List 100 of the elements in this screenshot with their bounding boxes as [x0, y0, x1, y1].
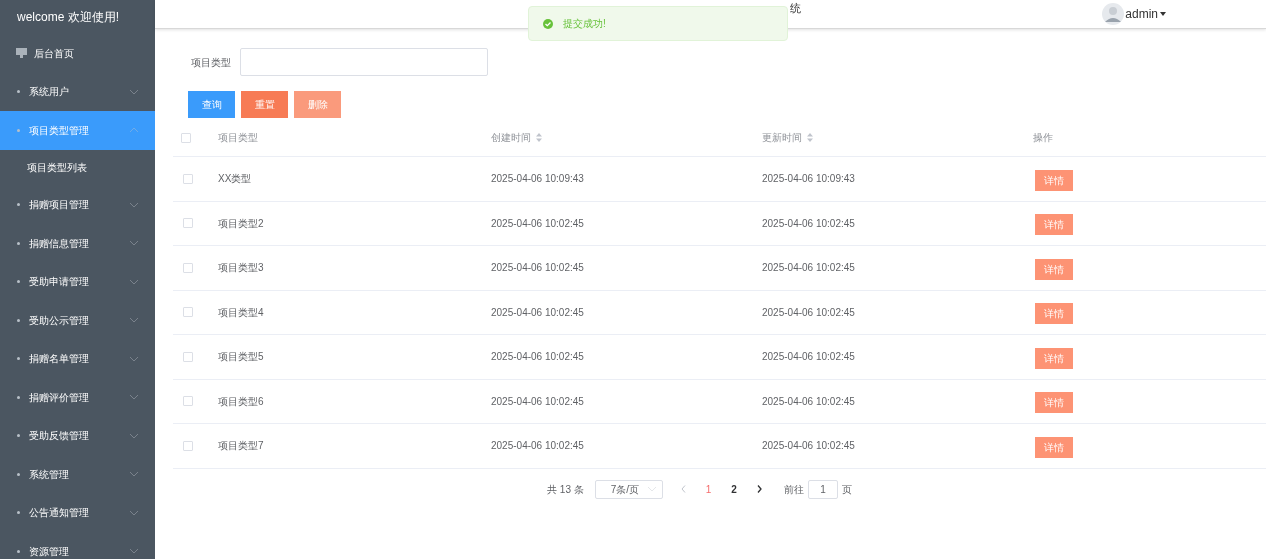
sidebar-item[interactable]: 受助反馈管理	[0, 416, 155, 455]
bullet-icon	[17, 549, 20, 553]
table-cell-text: 2025-04-06 10:02:45	[762, 261, 856, 276]
chevron-icon	[646, 486, 657, 492]
chevron-icon	[129, 317, 139, 324]
checkbox[interactable]	[183, 396, 193, 407]
bullet-icon	[17, 434, 20, 438]
table-cell-text: 项目类型6	[218, 394, 265, 409]
sidebar-item[interactable]: 捐赠项目管理	[0, 185, 155, 224]
table-cell-text: 2025-04-06 10:02:45	[762, 305, 856, 320]
table-cell-text: 项目类型7	[218, 439, 265, 454]
submenu-item[interactable]: 项目类型列表	[0, 149, 155, 186]
page-number[interactable]: 2	[731, 481, 737, 497]
prev-page-icon[interactable]	[680, 485, 686, 493]
table-cell-text: 2025-04-06 10:09:43	[762, 172, 856, 187]
user-name[interactable]: admin	[1125, 5, 1158, 23]
sidebar-item-label: 资源管理	[29, 544, 70, 559]
success-icon	[543, 18, 553, 29]
bullet-icon	[17, 128, 20, 132]
sidebar-item-label: 系统管理	[29, 467, 70, 482]
chevron-icon	[129, 394, 139, 401]
table-cell-text: 项目类型5	[218, 350, 265, 365]
avatar-icon[interactable]	[1102, 3, 1125, 25]
bullet-icon	[17, 90, 20, 94]
column-header: 创建时间	[491, 131, 531, 145]
table-cell-text: 2025-04-06 10:02:45	[762, 216, 856, 231]
chevron-icon	[129, 88, 139, 95]
column-header: 操作	[1033, 131, 1053, 145]
sidebar-item-label: 受助公示管理	[29, 313, 90, 328]
sidebar-item-label: 系统用户	[29, 85, 70, 100]
sidebar-item[interactable]: 捐赠评价管理	[0, 378, 155, 417]
checkbox[interactable]	[183, 351, 193, 362]
chevron-icon	[129, 509, 139, 516]
bullet-icon	[17, 472, 20, 476]
sidebar-item[interactable]: 后台首页	[0, 34, 155, 73]
sidebar-item-label: 受助申请管理	[29, 275, 90, 290]
sidebar-item[interactable]: 受助申请管理	[0, 262, 155, 301]
column-header: 更新时间	[762, 131, 802, 145]
chevron-icon	[129, 240, 139, 247]
sidebar-item[interactable]: 捐赠名单管理	[0, 339, 155, 378]
caret-icon[interactable]	[1160, 12, 1166, 16]
checkbox[interactable]	[181, 132, 191, 143]
bullet-icon	[17, 395, 20, 399]
checkbox[interactable]	[183, 307, 193, 318]
table-cell-text: 2025-04-06 10:09:43	[491, 172, 585, 187]
chevron-icon	[129, 548, 139, 555]
checkbox[interactable]	[183, 440, 193, 451]
sidebar-item[interactable]: 公告通知管理	[0, 493, 155, 532]
total-count: 共 13 条	[547, 482, 584, 497]
chevron-icon	[129, 471, 139, 478]
table-cell-text: 2025-04-06 10:02:45	[491, 394, 585, 409]
sidebar-item-label: 公告通知管理	[29, 506, 90, 521]
goto-suffix: 页	[841, 482, 852, 497]
sort-icon[interactable]	[807, 133, 813, 142]
chevron-icon	[129, 355, 139, 362]
sidebar-item[interactable]: 系统用户	[0, 72, 155, 111]
sidebar-item[interactable]: 系统管理	[0, 455, 155, 494]
search-field[interactable]	[240, 48, 488, 76]
checkbox[interactable]	[183, 173, 193, 184]
table-cell-text: 2025-04-06 10:02:45	[762, 350, 856, 365]
chevron-icon	[129, 432, 139, 439]
bullet-icon	[17, 357, 20, 361]
chevron-icon	[129, 201, 139, 208]
sidebar-item-label: 项目类型管理	[29, 123, 90, 138]
table-cell-text: 2025-04-06 10:02:45	[491, 261, 585, 276]
checkbox[interactable]	[183, 262, 193, 273]
sidebar-item-label: 后台首页	[34, 46, 75, 61]
next-page-icon[interactable]	[756, 485, 762, 493]
table-cell-text: XX类型	[218, 172, 253, 187]
bullet-icon	[17, 318, 20, 322]
checkbox[interactable]	[183, 218, 193, 229]
welcome-text: welcome 欢迎使用!	[16, 9, 121, 26]
bullet-icon	[17, 241, 20, 245]
bullet-icon	[17, 511, 20, 515]
sidebar-item[interactable]: 受助公示管理	[0, 301, 155, 340]
table-cell-text: 2025-04-06 10:02:45	[491, 216, 585, 231]
system-title: 统	[790, 0, 801, 16]
page-input[interactable]: 1	[807, 479, 838, 499]
field-label: 项目类型	[191, 55, 231, 70]
table-cell-text: 项目类型3	[218, 261, 265, 276]
bullet-icon	[17, 203, 20, 207]
toast-message: 提交成功!	[563, 17, 606, 31]
goto-label: 前往	[783, 482, 804, 497]
sidebar-item[interactable]: 资源管理	[0, 532, 155, 559]
table-cell-text: 2025-04-06 10:02:45	[762, 394, 856, 409]
sidebar-item[interactable]: 捐赠信息管理	[0, 224, 155, 263]
table-cell-text: 项目类型2	[218, 216, 265, 231]
sort-icon[interactable]	[536, 133, 542, 142]
column-header: 项目类型	[218, 131, 258, 145]
page-size-select[interactable]: 7条/页	[594, 479, 663, 499]
table-cell-text: 2025-04-06 10:02:45	[762, 439, 856, 454]
table-cell-text: 项目类型4	[218, 305, 265, 320]
table-cell-text: 2025-04-06 10:02:45	[491, 350, 585, 365]
sidebar-item-label: 捐赠项目管理	[29, 198, 90, 213]
sidebar-item-label: 捐赠信息管理	[29, 236, 90, 251]
sidebar-item-label: 捐赠名单管理	[29, 352, 90, 367]
bullet-icon	[17, 280, 20, 284]
sidebar-item-label: 受助反馈管理	[29, 429, 90, 444]
table-cell-text: 2025-04-06 10:02:45	[491, 439, 585, 454]
chevron-icon	[129, 127, 139, 134]
